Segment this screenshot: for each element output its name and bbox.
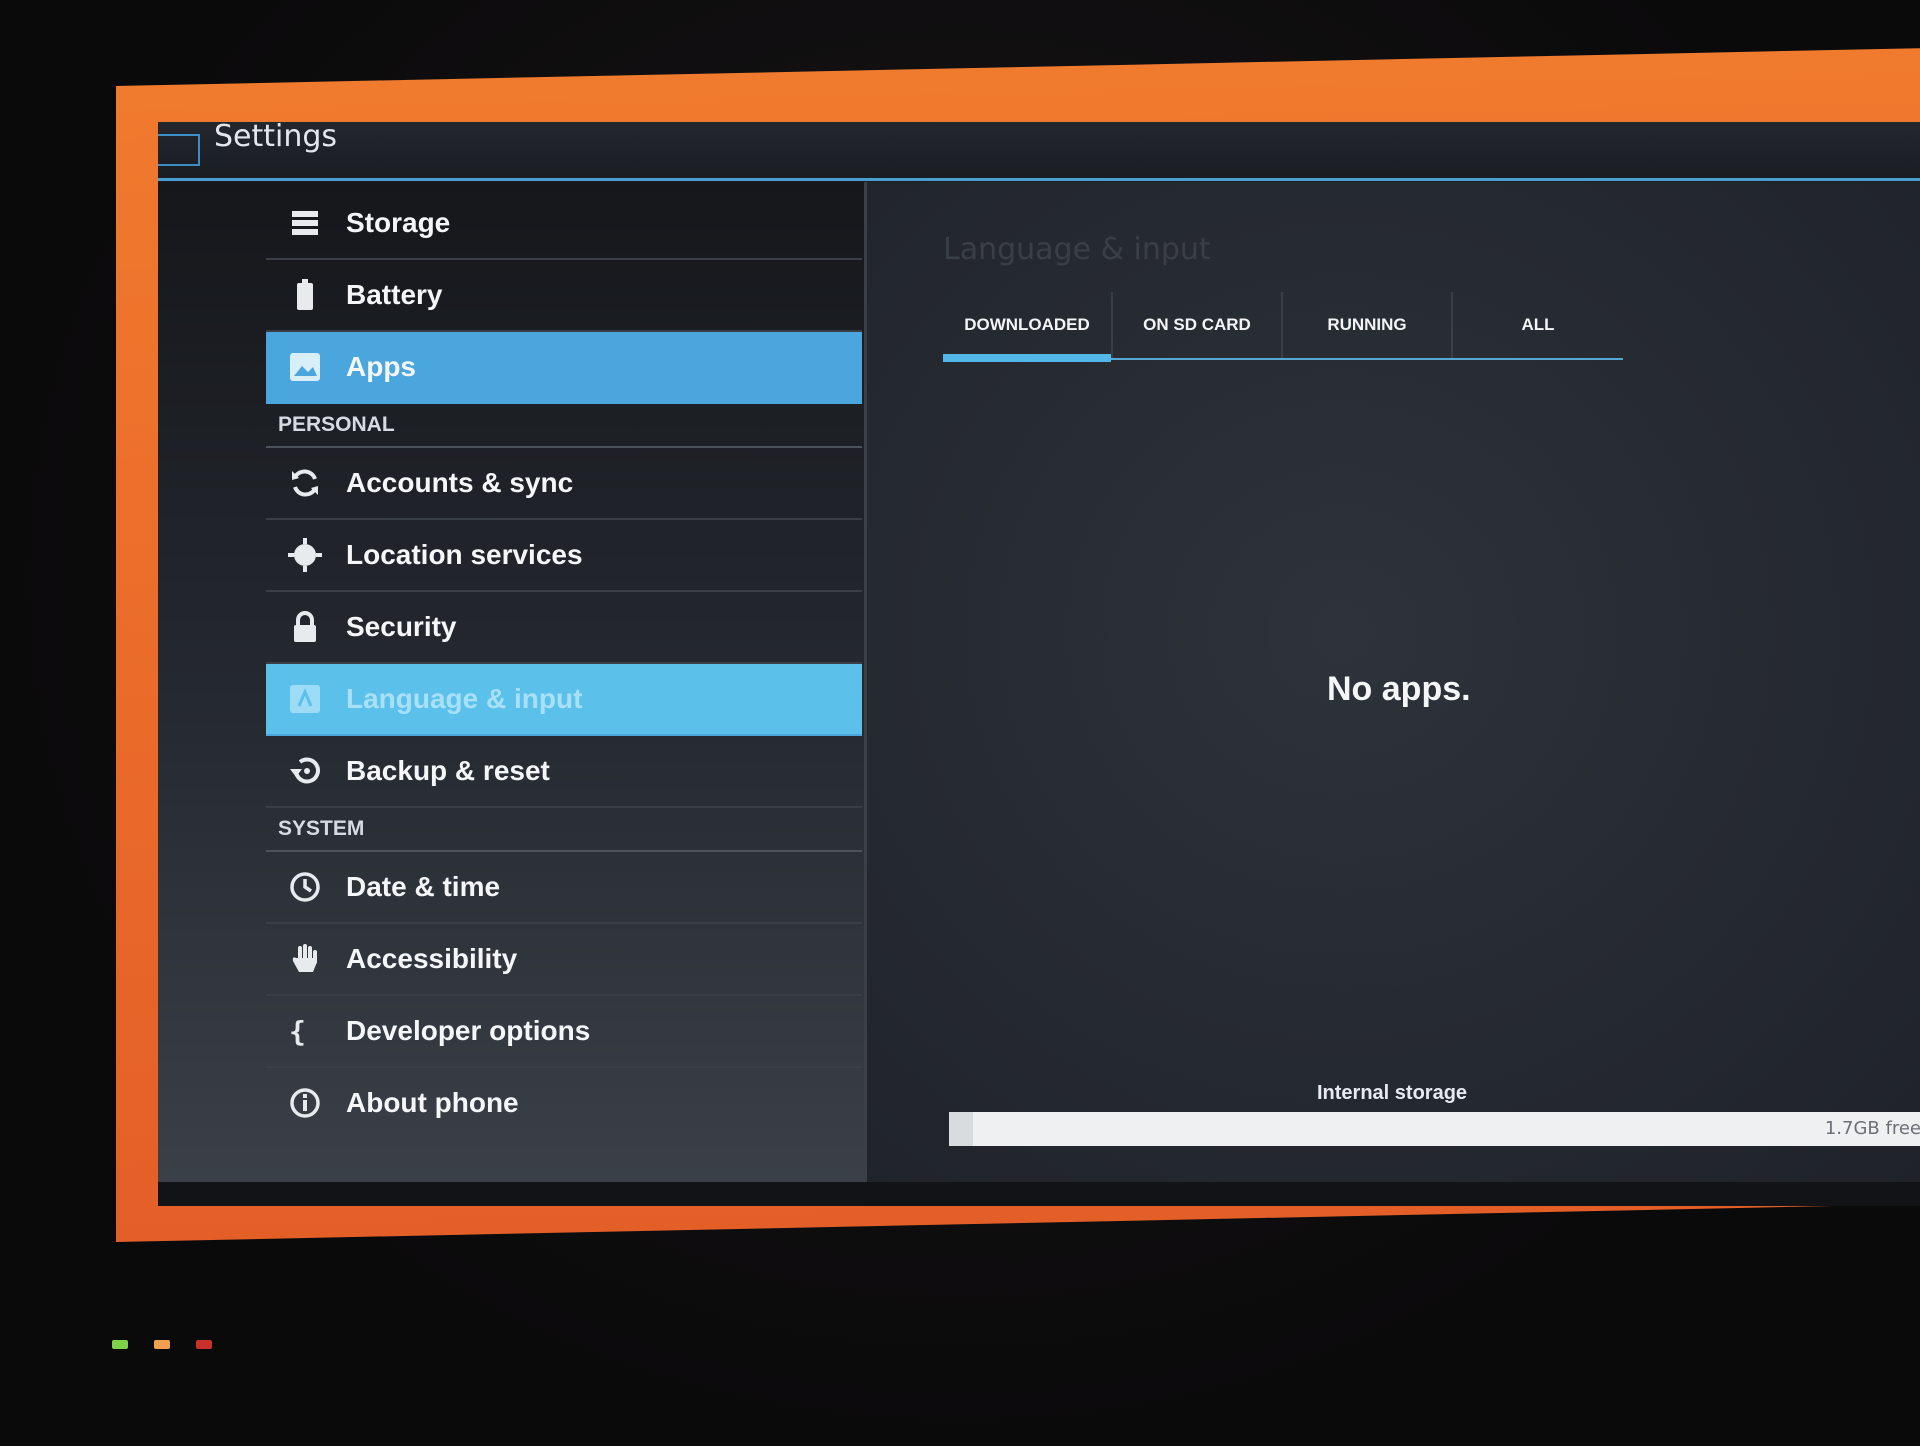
sidebar-item-label: Security (346, 611, 457, 642)
info-icon (282, 1080, 328, 1126)
sidebar-item-label: Date & time (346, 871, 501, 902)
tab-all[interactable]: ALL (1453, 292, 1623, 358)
panel-title: Language & input (943, 232, 1211, 267)
section-header-personal: PERSONAL (266, 404, 862, 448)
settings-sidebar: Storage Battery Apps PERSONAL Accounts &… (158, 182, 864, 1182)
sidebar-item-label: Backup & reset (346, 755, 550, 786)
system-navigation-bar (158, 1182, 1920, 1206)
sidebar-item-developer-options[interactable]: { } Developer options (266, 996, 862, 1068)
storage-label: Internal storage (1317, 1082, 1468, 1104)
backup-icon (282, 748, 328, 794)
tab-downloaded[interactable]: DOWNLOADED (943, 292, 1113, 362)
page-title: Settings (214, 122, 338, 154)
app-filter-tabs: DOWNLOADED ON SD CARD RUNNING ALL (943, 292, 1623, 362)
tab-on-sd-card[interactable]: ON SD CARD (1113, 292, 1283, 358)
battery-icon (282, 272, 328, 318)
storage-used-fill (949, 1112, 973, 1146)
screen: Settings Storage Battery Apps PERSONAL A… (158, 122, 1920, 1206)
sidebar-item-label: Accessibility (346, 943, 518, 974)
sidebar-item-label: About phone (346, 1087, 519, 1118)
sidebar-item-about-phone[interactable]: About phone (266, 1068, 862, 1140)
sidebar-item-label: Accounts & sync (346, 467, 574, 498)
section-header-system: SYSTEM (266, 808, 862, 852)
lock-icon (282, 604, 328, 650)
settings-icon[interactable] (158, 134, 200, 166)
sidebar-item-location[interactable]: Location services (266, 520, 862, 592)
sidebar-item-language-input[interactable]: Language & input (266, 664, 862, 736)
sidebar-item-label: Storage (346, 207, 451, 238)
sync-icon (282, 460, 328, 506)
storage-icon (282, 200, 328, 246)
apps-icon (282, 344, 328, 390)
location-icon (282, 532, 328, 578)
braces-icon: { } (282, 1008, 328, 1054)
led-green (112, 1340, 128, 1349)
storage-free-text: 1.7GB free (1824, 1118, 1920, 1139)
device-status-leds (112, 1340, 212, 1349)
sidebar-item-security[interactable]: Security (266, 592, 862, 664)
sidebar-item-apps[interactable]: Apps (266, 332, 862, 404)
hand-icon (282, 936, 328, 982)
led-amber (154, 1340, 170, 1349)
empty-state-message: No apps. (1327, 670, 1471, 708)
sidebar-item-label: Developer options (346, 1015, 591, 1046)
clock-icon (282, 864, 328, 910)
sidebar-item-backup-reset[interactable]: Backup & reset (266, 736, 862, 808)
sidebar-item-accounts-sync[interactable]: Accounts & sync (266, 448, 862, 520)
action-bar: Settings (158, 122, 1920, 181)
sidebar-list: Storage Battery Apps PERSONAL Accounts &… (266, 188, 862, 1140)
apps-panel: Language & input DOWNLOADED ON SD CARD R… (864, 182, 1920, 1182)
sidebar-item-label: Location services (346, 539, 583, 570)
sidebar-item-storage[interactable]: Storage (266, 188, 862, 260)
storage-usage-bar: 1.7GB free (949, 1112, 1920, 1146)
sidebar-item-date-time[interactable]: Date & time (266, 852, 862, 924)
tab-running[interactable]: RUNNING (1283, 292, 1453, 358)
sidebar-item-accessibility[interactable]: Accessibility (266, 924, 862, 996)
svg-text:{ }: { } (289, 1015, 322, 1047)
language-icon (282, 676, 328, 722)
sidebar-item-battery[interactable]: Battery (266, 260, 862, 332)
sidebar-item-label: Apps (346, 351, 416, 382)
sidebar-item-label: Battery (346, 279, 443, 310)
led-red (196, 1340, 212, 1349)
sidebar-item-label: Language & input (346, 683, 583, 714)
